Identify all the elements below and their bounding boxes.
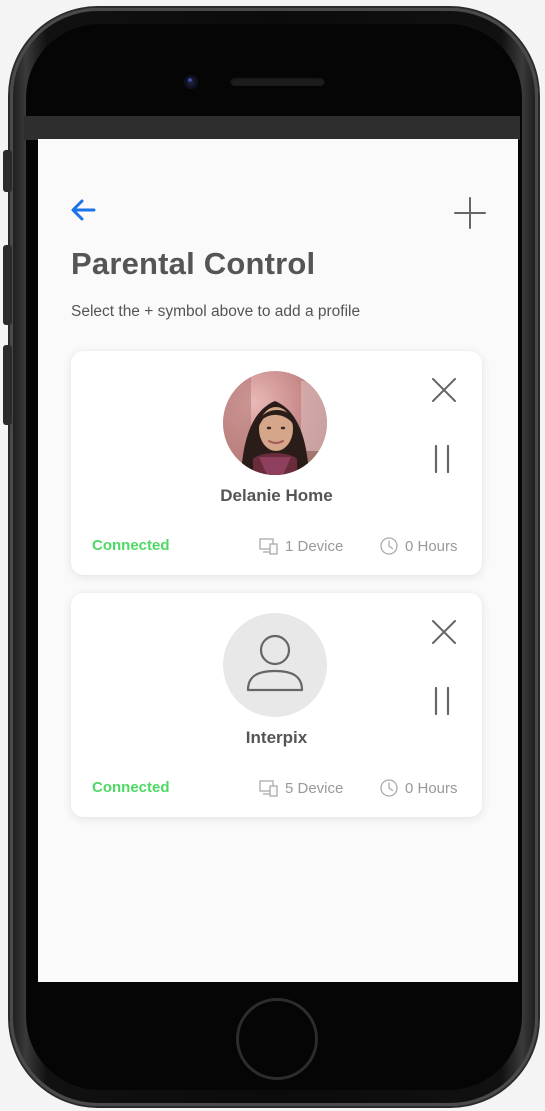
device-count-label: 5 Device [285, 779, 344, 797]
hours-label: 0 Hours [405, 537, 458, 555]
profile-name: Interpix [245, 728, 308, 747]
volume-down-button [3, 345, 12, 425]
profile-card[interactable]: Delanie Home Connected 1 Device 0 Hours [71, 351, 482, 575]
remove-profile-button[interactable] [429, 617, 459, 647]
close-icon [432, 378, 456, 402]
pause-icon [434, 444, 450, 474]
app-screen: Parental Control Select the + symbol abo… [38, 139, 518, 982]
page-subtitle: Select the + symbol above to add a profi… [71, 303, 361, 320]
devices-icon [259, 780, 278, 797]
hours-label: 0 Hours [405, 779, 458, 797]
profile-card[interactable]: Interpix Connected 5 Device 0 Hours [71, 593, 482, 817]
page-title: Parental Control [71, 246, 316, 281]
hours-count: 0 Hours [379, 777, 458, 799]
avatar [223, 371, 327, 475]
device-count: 1 Device [259, 535, 343, 557]
profile-photo [223, 371, 327, 475]
hours-count: 0 Hours [379, 535, 458, 557]
plus-icon [454, 197, 486, 229]
back-button[interactable] [68, 198, 98, 222]
pause-icon [434, 686, 450, 716]
status-badge: Connected [92, 779, 170, 796]
devices-icon [259, 538, 278, 555]
volume-up-button [3, 245, 12, 325]
avatar [223, 613, 327, 717]
profile-name: Delanie Home [220, 486, 333, 505]
pause-profile-button[interactable] [431, 685, 455, 717]
add-profile-button[interactable] [452, 195, 488, 231]
status-badge: Connected [92, 537, 170, 554]
device-count: 5 Device [259, 777, 343, 799]
pause-profile-button[interactable] [431, 443, 455, 475]
home-button[interactable] [236, 998, 318, 1080]
remove-profile-button[interactable] [429, 375, 459, 405]
close-icon [432, 620, 456, 644]
mute-switch [3, 150, 12, 192]
user-placeholder-icon [246, 634, 304, 692]
earpiece-speaker [230, 77, 325, 86]
screen-top-edge [24, 116, 520, 140]
clock-icon [380, 779, 398, 797]
device-count-label: 1 Device [285, 537, 344, 555]
front-camera [184, 75, 198, 89]
clock-icon [380, 537, 398, 555]
arrow-left-icon [71, 199, 96, 221]
